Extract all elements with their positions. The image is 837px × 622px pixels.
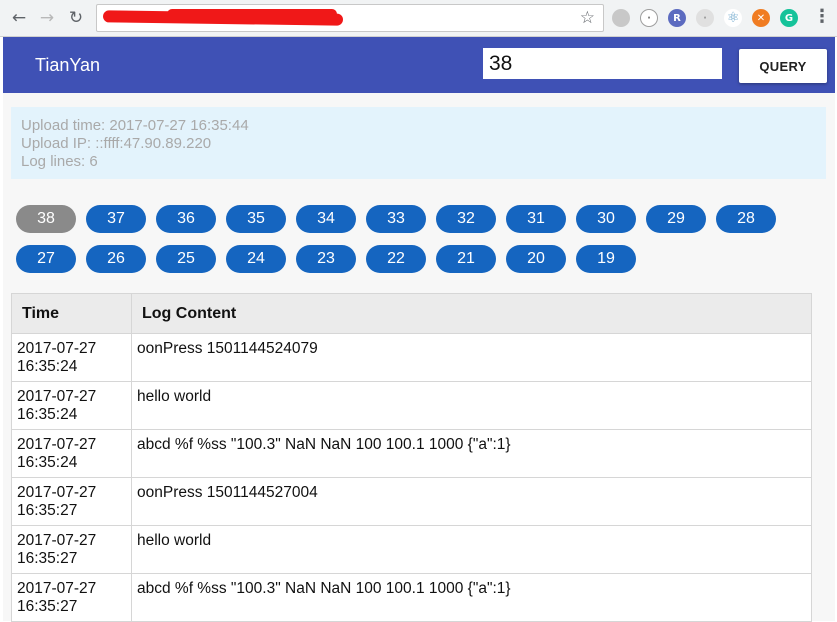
log-time-cell: 2017-07-27 16:35:27 bbox=[11, 573, 132, 622]
log-date: 2017-07-27 bbox=[17, 436, 97, 453]
address-bar[interactable]: ☆ bbox=[96, 4, 604, 32]
log-id-chip-21[interactable]: 21 bbox=[436, 245, 496, 273]
log-id-chip-29[interactable]: 29 bbox=[646, 205, 706, 233]
log-content-cell: hello world bbox=[131, 525, 812, 574]
log-time-cell: 2017-07-27 16:35:27 bbox=[11, 477, 132, 526]
log-date: 2017-07-27 bbox=[17, 388, 97, 405]
log-id-chip-31[interactable]: 31 bbox=[506, 205, 566, 233]
column-header-time: Time bbox=[11, 293, 132, 334]
app-title: TianYan bbox=[35, 55, 101, 75]
log-id-chip-23[interactable]: 23 bbox=[296, 245, 356, 273]
redacted-url-overlay bbox=[167, 9, 337, 19]
log-time: 16:35:27 bbox=[17, 550, 78, 567]
log-content-cell: oonPress 1501144527004 bbox=[131, 477, 812, 526]
log-time-cell: 2017-07-27 16:35:24 bbox=[11, 381, 132, 430]
extension-icon-6[interactable]: ✕ bbox=[752, 9, 770, 27]
table-row: 2017-07-27 16:35:24 oonPress 1501144524079 bbox=[11, 333, 812, 382]
grammarly-icon[interactable]: G bbox=[780, 9, 798, 27]
log-id-chip-19[interactable]: 19 bbox=[576, 245, 636, 273]
reload-icon[interactable]: ↻ bbox=[65, 7, 87, 29]
chip-row: 27 26 25 24 23 22 21 20 19 bbox=[16, 245, 828, 273]
log-id-chip-22[interactable]: 22 bbox=[366, 245, 426, 273]
log-id-chip-30[interactable]: 30 bbox=[576, 205, 636, 233]
log-id-chip-25[interactable]: 25 bbox=[156, 245, 216, 273]
log-id-chips: 38 37 36 35 34 33 32 31 30 29 28 27 26 25 24 23 22 21 20 1… bbox=[16, 205, 828, 285]
log-date: 2017-07-27 bbox=[17, 580, 97, 597]
react-devtools-icon[interactable]: ⚛ bbox=[724, 9, 742, 27]
log-id-chip-26[interactable]: 26 bbox=[86, 245, 146, 273]
star-icon[interactable]: ☆ bbox=[580, 8, 595, 28]
log-id-chip-36[interactable]: 36 bbox=[156, 205, 216, 233]
log-content-cell: abcd %f %ss "100.3" NaN NaN 100 100.1 10… bbox=[131, 573, 812, 622]
column-header-log-content: Log Content bbox=[131, 293, 812, 334]
log-time: 16:35:24 bbox=[17, 454, 78, 471]
log-date: 2017-07-27 bbox=[17, 484, 97, 501]
log-time-cell: 2017-07-27 16:35:27 bbox=[11, 525, 132, 574]
upload-info-panel: Upload time: 2017-07-27 16:35:44 Upload … bbox=[11, 107, 826, 179]
log-time: 16:35:27 bbox=[17, 598, 78, 615]
table-row: 2017-07-27 16:35:27 abcd %f %ss "100.3" Na… bbox=[11, 573, 812, 622]
log-time: 16:35:24 bbox=[17, 406, 78, 423]
log-time: 16:35:27 bbox=[17, 502, 78, 519]
upload-ip: Upload IP: ::ffff:47.90.89.220 bbox=[21, 135, 212, 152]
table-row: 2017-07-27 16:35:24 hello world bbox=[11, 381, 812, 430]
log-lines-count: Log lines: 6 bbox=[21, 153, 98, 170]
table-row: 2017-07-27 16:35:27 oonPress 1501144527004 bbox=[11, 477, 812, 526]
log-id-chip-37[interactable]: 37 bbox=[86, 205, 146, 233]
log-id-chip-38[interactable]: 38 bbox=[16, 205, 76, 233]
log-id-chip-24[interactable]: 24 bbox=[226, 245, 286, 273]
extension-icon-4[interactable]: · bbox=[696, 9, 714, 27]
upload-time: Upload time: 2017-07-27 16:35:44 bbox=[21, 117, 249, 134]
table-header-row: Time Log Content bbox=[11, 293, 812, 334]
log-id-chip-20[interactable]: 20 bbox=[506, 245, 566, 273]
log-id-chip-28[interactable]: 28 bbox=[716, 205, 776, 233]
extension-icon-3[interactable]: R bbox=[668, 9, 686, 27]
search-input[interactable] bbox=[483, 48, 722, 81]
log-table: Time Log Content 2017-07-27 16:35:24 oonPr… bbox=[11, 293, 812, 622]
log-id-chip-32[interactable]: 32 bbox=[436, 205, 496, 233]
chip-row: 38 37 36 35 34 33 32 31 30 29 28 bbox=[16, 205, 828, 233]
log-date: 2017-07-27 bbox=[17, 340, 97, 357]
log-content-cell: abcd %f %ss "100.3" NaN NaN 100 100.1 10… bbox=[131, 429, 812, 478]
back-arrow-icon[interactable]: ← bbox=[8, 7, 30, 29]
menu-dots-icon[interactable]: ⋮ bbox=[813, 6, 831, 27]
log-time-cell: 2017-07-27 16:35:24 bbox=[11, 333, 132, 382]
log-content-cell: oonPress 1501144524079 bbox=[131, 333, 812, 382]
table-row: 2017-07-27 16:35:27 hello world bbox=[11, 525, 812, 574]
log-id-chip-34[interactable]: 34 bbox=[296, 205, 356, 233]
app-header: TianYan QUERY bbox=[3, 37, 835, 93]
extension-icon-1[interactable] bbox=[612, 9, 630, 27]
log-content-cell: hello world bbox=[131, 381, 812, 430]
extension-icon-2[interactable]: · bbox=[640, 9, 658, 27]
log-id-chip-35[interactable]: 35 bbox=[226, 205, 286, 233]
log-date: 2017-07-27 bbox=[17, 532, 97, 549]
forward-arrow-icon[interactable]: → bbox=[36, 7, 58, 29]
table-row: 2017-07-27 16:35:24 abcd %f %ss "100.3" Na… bbox=[11, 429, 812, 478]
log-time-cell: 2017-07-27 16:35:24 bbox=[11, 429, 132, 478]
log-id-chip-27[interactable]: 27 bbox=[16, 245, 76, 273]
browser-toolbar: ← → ↻ ☆ · R · ⚛ ✕ G ⋮ bbox=[0, 0, 837, 37]
query-button[interactable]: QUERY bbox=[739, 49, 827, 83]
log-id-chip-33[interactable]: 33 bbox=[366, 205, 426, 233]
log-time: 16:35:24 bbox=[17, 358, 78, 375]
page-content: Upload time: 2017-07-27 16:35:44 Upload … bbox=[3, 93, 835, 622]
